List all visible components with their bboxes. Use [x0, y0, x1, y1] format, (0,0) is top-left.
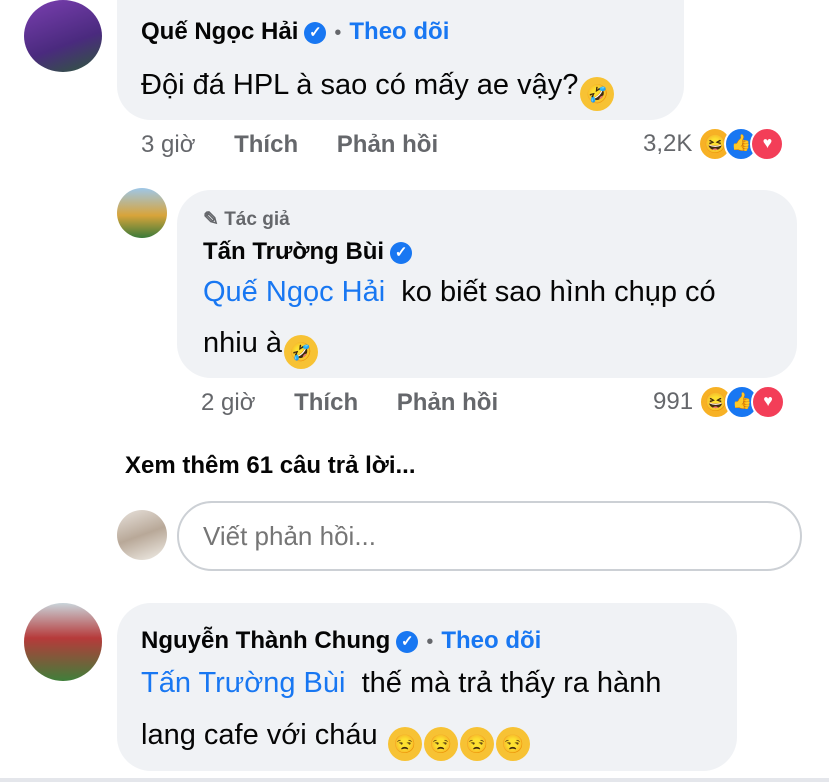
bottom-divider [0, 778, 829, 782]
unamused-emoji-icon: 😒 [423, 727, 458, 761]
unamused-emoji-icon: 😒 [495, 727, 530, 761]
mention-link[interactable]: Tấn Trường Bùi [141, 667, 345, 699]
comment-header: Nguyễn Thành Chung ✓ • Theo dõi [141, 627, 541, 655]
comment-text-line2-wrap: lang cafe với cháu 😒 😒 😒 😒 [141, 710, 530, 761]
comment-text-content: Đội đá HPL à sao có mấy ae vậy? [141, 69, 579, 101]
commenter-name[interactable]: Nguyễn Thành Chung [141, 627, 390, 654]
mention-link[interactable]: Quế Ngọc Hải [203, 276, 385, 308]
reaction-count: 3,2K [643, 130, 693, 157]
separator-dot: • [426, 631, 434, 653]
love-reaction-icon: ♥ [750, 127, 785, 161]
reply-button[interactable]: Phản hồi [397, 389, 498, 416]
love-reaction-icon: ♥ [751, 385, 786, 419]
author-badge-label: Tác giả [224, 209, 290, 230]
replier-name[interactable]: Tấn Trường Bùi [203, 238, 384, 265]
separator-dot: • [334, 22, 342, 44]
comment-bubble: Quế Ngọc Hải ✓ • Theo dõi Đội đá HPL à sao … [117, 0, 684, 120]
reaction-summary[interactable]: 3,2K 😆 👍 ♥ [643, 127, 785, 161]
reply-text: Quế Ngọc Hải ko biết sao hình chụp có [203, 267, 716, 317]
reply-bubble: ✎ Tác giả Tấn Trường Bùi ✓ Quế Ngọc Hải k… [177, 190, 797, 378]
current-user-avatar [117, 510, 167, 560]
reply-button[interactable]: Phản hồi [337, 131, 438, 158]
verified-icon: ✓ [304, 22, 327, 44]
verified-icon: ✓ [396, 631, 419, 653]
reaction-summary[interactable]: 991 😆 👍 ♥ [653, 385, 786, 419]
comment-text-line1: thế mà trả thấy ra hành [361, 667, 662, 699]
avatar-que-ngoc-hai[interactable] [24, 0, 102, 72]
follow-button[interactable]: Theo dõi [349, 18, 449, 45]
comment-text-line2: lang cafe với cháu [141, 719, 378, 751]
comment-actions: 3 giờ Thích Phản hồi [141, 131, 438, 159]
rofl-emoji-icon: 🤣 [580, 77, 615, 111]
avatar-nguyen-thanh-chung[interactable] [24, 603, 102, 681]
reply-time[interactable]: 2 giờ [201, 389, 255, 416]
avatar-tan-truong-bui[interactable] [117, 188, 167, 238]
commenter-name[interactable]: Quế Ngọc Hải [141, 18, 298, 45]
comment-bubble: Nguyễn Thành Chung ✓ • Theo dõi Tấn Trường … [117, 603, 737, 771]
comment-header: Quế Ngọc Hải ✓ • Theo dõi [141, 18, 449, 46]
unamused-emoji-icon: 😒 [387, 727, 422, 761]
reply-actions: 2 giờ Thích Phản hồi [201, 389, 498, 417]
comment-time[interactable]: 3 giờ [141, 131, 195, 158]
unamused-emoji-icon: 😒 [459, 727, 494, 761]
pen-icon: ✎ [203, 209, 219, 230]
rofl-emoji-icon: 🤣 [284, 335, 319, 369]
follow-button[interactable]: Theo dõi [441, 627, 541, 654]
reply-header: Tấn Trường Bùi ✓ [203, 238, 413, 266]
reply-text-line2: nhiu à [203, 327, 283, 359]
author-badge: ✎ Tác giả [203, 208, 290, 231]
reply-text-line2-wrap: nhiu à 🤣 [203, 318, 319, 369]
view-more-replies-link[interactable]: Xem thêm 61 câu trả lời... [125, 452, 416, 480]
like-button[interactable]: Thích [234, 131, 298, 158]
comment-text: Tấn Trường Bùi thế mà trả thấy ra hành [141, 658, 661, 708]
comment-text: Đội đá HPL à sao có mấy ae vậy? 🤣 [141, 60, 615, 111]
reply-text-line1: ko biết sao hình chụp có [401, 276, 716, 308]
like-button[interactable]: Thích [294, 389, 358, 416]
verified-icon: ✓ [390, 242, 413, 264]
reaction-count: 991 [653, 388, 694, 415]
reply-input[interactable] [177, 501, 802, 571]
